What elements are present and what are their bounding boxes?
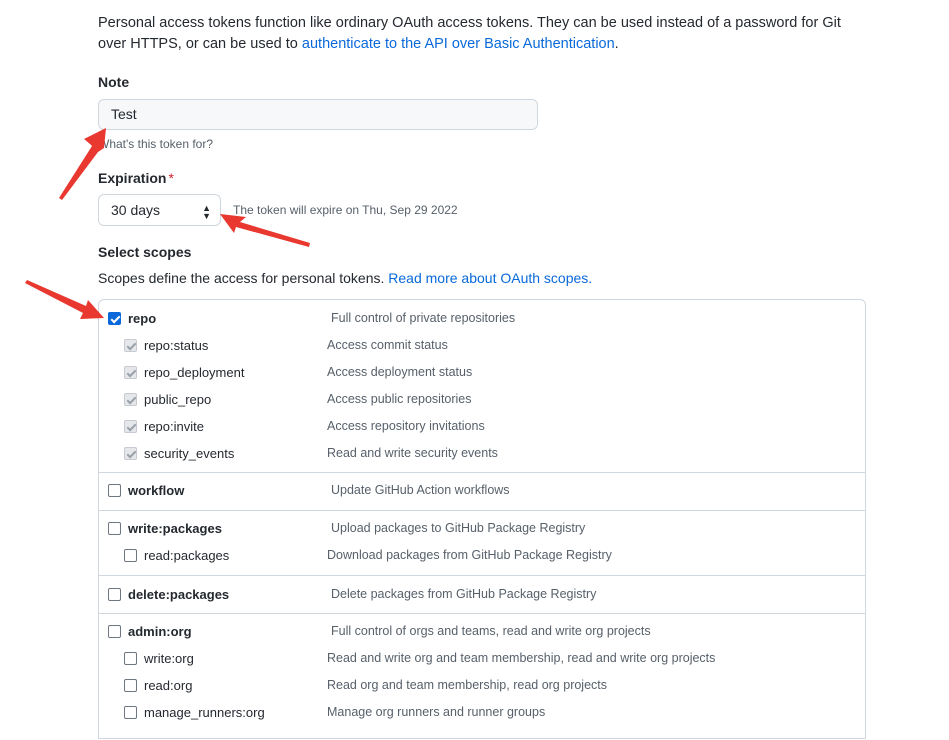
scope-row-public-repo[interactable]: public_repo Access public repositories [99, 391, 865, 411]
scope-description: Full control of private repositories [331, 311, 516, 325]
scope-checkbox[interactable] [108, 312, 121, 325]
scope-description: Access repository invitations [327, 419, 485, 433]
scope-description: Access commit status [327, 338, 448, 352]
scope-name: public_repo [144, 392, 212, 407]
scope-group-delete-packages: delete:packages Delete packages from Git… [99, 575, 865, 613]
scope-description: Update GitHub Action workflows [331, 483, 510, 497]
scope-row-delete-packages[interactable]: delete:packages Delete packages from Git… [99, 586, 865, 606]
expiration-selected: 30 days [111, 202, 161, 218]
required-mark: * [168, 170, 174, 186]
scope-name: security_events [144, 446, 235, 461]
scope-name: read:org [144, 678, 193, 693]
scope-name: repo_deployment [144, 365, 245, 380]
note-input[interactable]: Test [98, 99, 538, 130]
scope-checkbox[interactable] [108, 484, 121, 497]
scope-checkbox[interactable] [124, 447, 137, 460]
scope-row-read-packages[interactable]: read:packages Download packages from Git… [99, 547, 865, 567]
scope-name: admin:org [128, 624, 192, 639]
scope-name: write:org [144, 651, 194, 666]
scope-group-workflow: workflow Update GitHub Action workflows [99, 472, 865, 510]
scope-name: workflow [128, 483, 185, 498]
scope-description: Access deployment status [327, 365, 473, 379]
scope-name: repo:status [144, 338, 209, 353]
expiration-select[interactable]: 30 days ▲ ▼ [98, 194, 221, 226]
scope-checkbox[interactable] [108, 625, 121, 638]
scope-name: read:packages [144, 548, 230, 563]
scopes-description-text: Scopes define the access for personal to… [98, 270, 389, 286]
expiration-label-text: Expiration [98, 170, 167, 186]
scope-description: Upload packages to GitHub Package Regist… [331, 521, 586, 535]
scope-row-manage-runners-org[interactable]: manage_runners:org Manage org runners an… [99, 704, 865, 724]
scope-row-repo[interactable]: repo Full control of private repositorie… [99, 310, 865, 330]
scope-row-repo-invite[interactable]: repo:invite Access repository invitation… [99, 418, 865, 438]
scope-checkbox[interactable] [108, 588, 121, 601]
scope-checkbox[interactable] [124, 339, 137, 352]
scope-description: Manage org runners and runner groups [327, 705, 546, 719]
arrow-to-expiration-icon [220, 214, 310, 247]
scope-row-workflow[interactable]: workflow Update GitHub Action workflows [99, 482, 865, 502]
scope-row-repo-status[interactable]: repo:status Access commit status [99, 337, 865, 357]
scope-description: Download packages from GitHub Package Re… [327, 548, 612, 562]
arrow-to-repo-icon [25, 280, 104, 319]
scope-group-admin-org: admin:org Full control of orgs and teams… [99, 613, 865, 740]
scope-description: Full control of orgs and teams, read and… [331, 624, 651, 638]
scope-checkbox[interactable] [124, 549, 137, 562]
scope-name: manage_runners:org [144, 705, 265, 720]
scope-checkbox[interactable] [124, 393, 137, 406]
scope-row-admin-org[interactable]: admin:org Full control of orgs and teams… [99, 623, 865, 643]
scope-description: Access public repositories [327, 392, 472, 406]
oauth-scopes-link[interactable]: Read more about OAuth scopes. [388, 270, 592, 286]
scope-name: write:packages [128, 521, 222, 536]
scope-checkbox[interactable] [124, 366, 137, 379]
note-label: Note [98, 74, 130, 90]
scope-checkbox[interactable] [124, 420, 137, 433]
scope-checkbox[interactable] [124, 706, 137, 719]
scope-row-write-org[interactable]: write:org Read and write org and team me… [99, 650, 865, 670]
expiration-label: Expiration * [98, 170, 174, 186]
scope-description: Delete packages from GitHub Package Regi… [331, 587, 597, 601]
scope-row-write-packages[interactable]: write:packages Upload packages to GitHub… [99, 520, 865, 540]
scope-description: Read org and team membership, read org p… [327, 678, 608, 692]
scopes-list: repo Full control of private repositorie… [98, 299, 866, 739]
scope-group-repo: repo Full control of private repositorie… [99, 300, 865, 472]
scope-row-security-events[interactable]: security_events Read and write security … [99, 445, 865, 465]
scope-group-write-packages: write:packages Upload packages to GitHub… [99, 510, 865, 575]
scope-description: Read and write org and team membership, … [327, 651, 716, 665]
scope-name: repo:invite [144, 419, 204, 434]
intro-end: . [614, 36, 619, 52]
scope-checkbox[interactable] [124, 679, 137, 692]
scope-description: Read and write security events [327, 446, 498, 460]
note-hint: What's this token for? [98, 137, 214, 151]
scopes-description: Scopes define the access for personal to… [98, 270, 592, 286]
basic-auth-link[interactable]: authenticate to the API over Basic Authe… [302, 36, 615, 52]
scope-name: delete:packages [128, 587, 230, 602]
scope-row-repo-deployment[interactable]: repo_deployment Access deployment status [99, 364, 865, 384]
select-scopes-title: Select scopes [98, 244, 192, 260]
scope-row-read-org[interactable]: read:org Read org and team membership, r… [99, 677, 865, 697]
scope-checkbox[interactable] [108, 522, 121, 535]
scope-checkbox[interactable] [124, 652, 137, 665]
scope-name: repo [128, 311, 157, 326]
expiration-info: The token will expire on Thu, Sep 29 202… [233, 203, 458, 217]
intro-paragraph: Personal access tokens function like ord… [98, 13, 858, 55]
